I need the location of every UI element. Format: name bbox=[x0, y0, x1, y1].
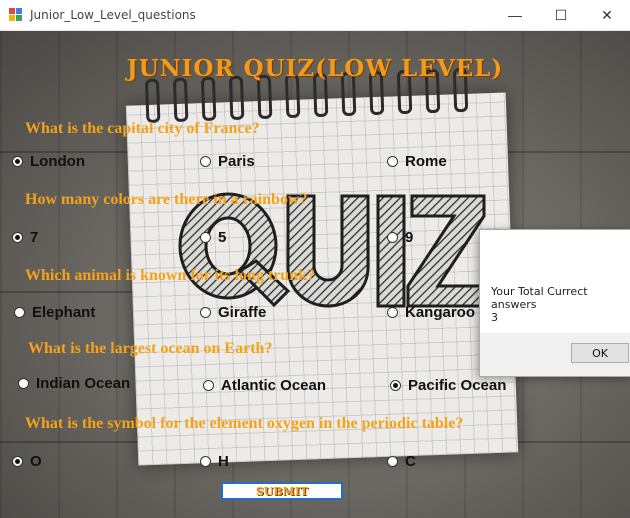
question-3-option-1[interactable]: Elephant bbox=[14, 304, 95, 321]
question-4-option-3[interactable]: Pacific Ocean bbox=[390, 377, 506, 394]
radio-button[interactable] bbox=[203, 380, 214, 391]
radio-button-checked[interactable] bbox=[12, 232, 23, 243]
option-label: Kangaroo bbox=[405, 304, 476, 321]
question-2-option-2[interactable]: 5 bbox=[200, 229, 226, 246]
radio-button[interactable] bbox=[200, 232, 211, 243]
radio-button[interactable] bbox=[200, 156, 211, 167]
radio-button-checked[interactable] bbox=[12, 456, 23, 467]
question-2-option-1[interactable]: 7 bbox=[12, 229, 38, 246]
radio-button[interactable] bbox=[200, 456, 211, 467]
option-label: Paris bbox=[218, 153, 255, 170]
option-label: Pacific Ocean bbox=[408, 377, 507, 394]
option-label: Giraffe bbox=[218, 304, 267, 321]
question-4-label: What is the largest ocean on Earth? bbox=[28, 340, 273, 357]
radio-button[interactable] bbox=[18, 378, 29, 389]
option-label: London bbox=[30, 153, 85, 170]
question-3-label: Which animal is known for its long trunk… bbox=[25, 267, 315, 284]
radio-button-checked[interactable] bbox=[390, 380, 401, 391]
quiz-heading: JUNIOR QUIZ(LOW LEVEL) bbox=[126, 55, 504, 82]
close-icon: ✕ bbox=[601, 6, 613, 23]
question-3-option-2[interactable]: Giraffe bbox=[200, 304, 266, 321]
message-line-1: Your Total Currect answers bbox=[491, 285, 588, 311]
question-5-option-3[interactable]: C bbox=[387, 453, 416, 470]
question-4-option-2[interactable]: Atlantic Ocean bbox=[203, 377, 326, 394]
option-label: Elephant bbox=[32, 304, 96, 321]
option-label: Atlantic Ocean bbox=[221, 377, 327, 394]
question-1-option-3[interactable]: Rome bbox=[387, 153, 447, 170]
option-label: O bbox=[30, 453, 42, 470]
option-label: 5 bbox=[218, 229, 227, 246]
result-message-box: Your Total Currect answers 3 OK bbox=[479, 229, 630, 377]
radio-button[interactable] bbox=[387, 456, 398, 467]
option-label: 9 bbox=[405, 229, 414, 246]
radio-button[interactable] bbox=[200, 307, 211, 318]
radio-button[interactable] bbox=[387, 307, 398, 318]
ok-button[interactable]: OK bbox=[571, 343, 629, 363]
question-5-option-2[interactable]: H bbox=[200, 453, 229, 470]
option-label: H bbox=[218, 453, 229, 470]
message-text: Your Total Currect answers 3 bbox=[491, 285, 630, 324]
option-label: C bbox=[405, 453, 416, 470]
app-icon bbox=[9, 8, 23, 22]
question-3-option-3[interactable]: Kangaroo bbox=[387, 304, 475, 321]
maximize-button[interactable]: ☐ bbox=[538, 0, 584, 30]
radio-button-checked[interactable] bbox=[12, 156, 23, 167]
window-title: Junior_Low_Level_questions bbox=[30, 8, 196, 22]
maximize-icon: ☐ bbox=[554, 6, 568, 23]
title-bar: Junior_Low_Level_questions — ☐ ✕ bbox=[0, 0, 630, 31]
minimize-button[interactable]: — bbox=[492, 0, 538, 30]
option-label: 7 bbox=[30, 229, 39, 246]
question-1-label: What is the capital city of France? bbox=[25, 120, 260, 137]
question-1-option-2[interactable]: Paris bbox=[200, 153, 255, 170]
question-2-option-3[interactable]: 9 bbox=[387, 229, 413, 246]
option-label: Indian Ocean bbox=[36, 375, 131, 392]
close-button[interactable]: ✕ bbox=[584, 0, 630, 30]
radio-button[interactable] bbox=[387, 156, 398, 167]
option-label: Rome bbox=[405, 153, 447, 170]
question-1-option-1[interactable]: London bbox=[12, 153, 85, 170]
minimize-icon: — bbox=[508, 7, 522, 23]
submit-button[interactable]: SUBMIT bbox=[221, 482, 343, 500]
question-4-option-1[interactable]: Indian Ocean bbox=[18, 375, 130, 392]
radio-button[interactable] bbox=[387, 232, 398, 243]
question-5-label: What is the symbol for the element oxyge… bbox=[25, 415, 464, 432]
radio-button[interactable] bbox=[14, 307, 25, 318]
message-line-2: 3 bbox=[491, 311, 498, 324]
question-5-option-1[interactable]: O bbox=[12, 453, 42, 470]
question-2-label: How many colors are there in a rainbow? bbox=[25, 191, 308, 208]
